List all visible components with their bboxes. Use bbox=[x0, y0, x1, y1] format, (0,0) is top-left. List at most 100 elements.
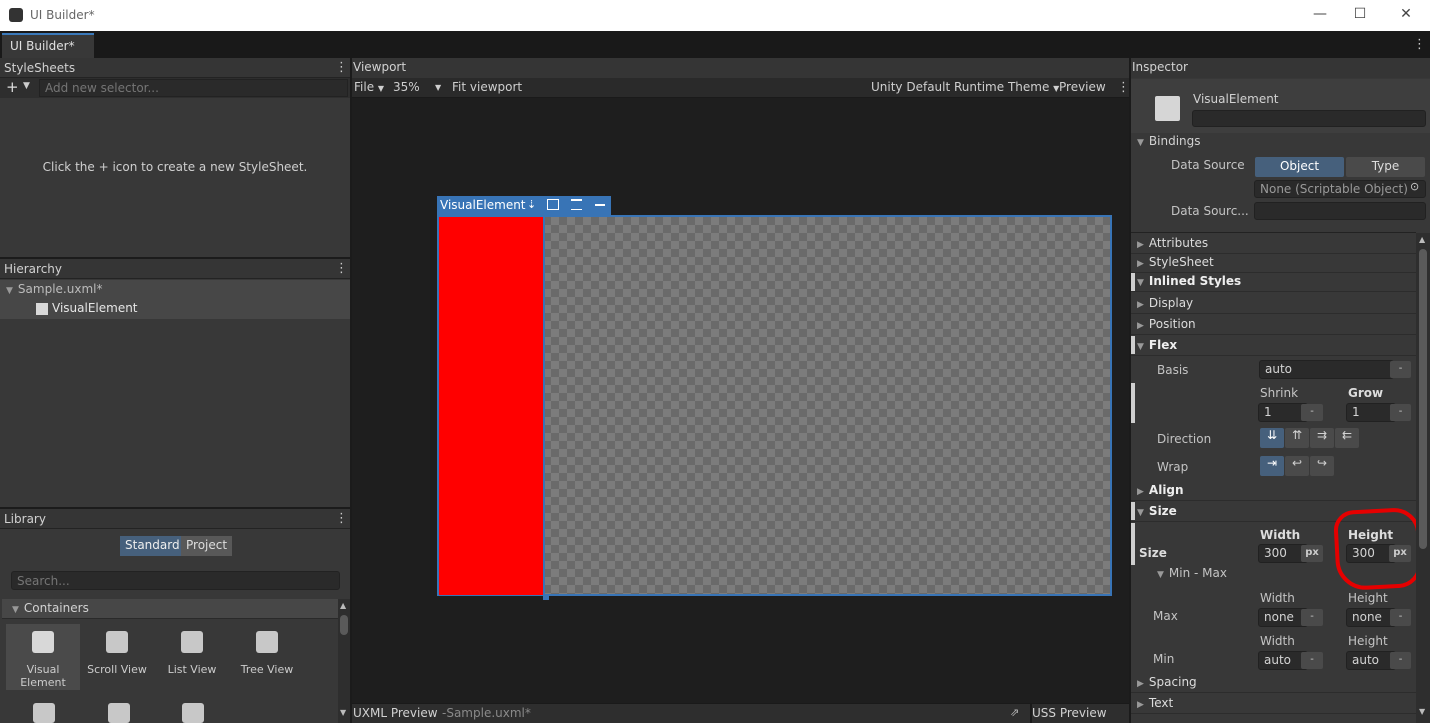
add-stylesheet-button[interactable]: + bbox=[6, 78, 19, 96]
containers-foldout[interactable]: ▼ Containers bbox=[2, 599, 338, 619]
foldout-arrow-icon[interactable]: ▼ bbox=[6, 286, 13, 296]
text-foldout[interactable]: ▶ Text bbox=[1131, 693, 1416, 714]
max-width-unit-dropdown[interactable]: - bbox=[1301, 609, 1323, 626]
foldout-arrow-icon[interactable]: ▶ bbox=[1137, 679, 1144, 689]
wrap-reverse-icon[interactable]: ↪ bbox=[1310, 456, 1334, 476]
min-height-unit-dropdown[interactable]: - bbox=[1390, 652, 1411, 669]
library-item-visual-element[interactable]: Visual Element bbox=[7, 631, 79, 689]
hierarchy-item-label: VisualElement bbox=[52, 301, 138, 315]
direction-row-icon[interactable]: ⇉ bbox=[1310, 428, 1334, 448]
scrollbar-thumb[interactable] bbox=[1419, 249, 1427, 549]
grow-unit-dropdown[interactable]: - bbox=[1390, 404, 1411, 421]
justify-icon[interactable] bbox=[571, 199, 582, 210]
align-foldout[interactable]: ▶ Align bbox=[1131, 480, 1416, 501]
fit-viewport-button[interactable]: Fit viewport bbox=[452, 79, 522, 97]
wrap-nowrap-icon[interactable]: ⇥ bbox=[1260, 456, 1284, 476]
hierarchy-root-row[interactable]: ▼ Sample.uxml* bbox=[0, 280, 350, 299]
library-tab-standard[interactable]: Standard bbox=[120, 536, 185, 556]
wrap-wrap-icon[interactable]: ↩ bbox=[1285, 456, 1309, 476]
basis-label: Basis bbox=[1157, 363, 1189, 377]
max-height-input[interactable]: none bbox=[1346, 608, 1396, 627]
minimize-button[interactable]: — bbox=[1310, 6, 1330, 22]
scroll-down-icon[interactable]: ▼ bbox=[340, 708, 346, 717]
max-height-unit-dropdown[interactable]: - bbox=[1390, 609, 1411, 626]
width-unit-dropdown[interactable]: px bbox=[1301, 545, 1323, 562]
scroll-up-icon[interactable]: ▲ bbox=[1419, 235, 1425, 244]
data-source-object-field[interactable]: None (Scriptable Object) bbox=[1254, 180, 1426, 198]
grow-input[interactable]: 1 bbox=[1346, 403, 1396, 422]
foldout-arrow-icon[interactable]: ▶ bbox=[1137, 259, 1144, 269]
inlined-styles-foldout[interactable]: ▼ Inlined Styles bbox=[1131, 271, 1416, 292]
foldout-arrow-icon[interactable]: ▼ bbox=[1137, 342, 1144, 352]
foldout-arrow-icon[interactable]: ▼ bbox=[1157, 570, 1164, 580]
align-icon[interactable] bbox=[547, 199, 559, 210]
tab-ui-builder[interactable]: UI Builder* bbox=[2, 33, 94, 58]
foldout-arrow-icon[interactable]: ▶ bbox=[1137, 240, 1144, 250]
scrollbar-thumb[interactable] bbox=[340, 615, 348, 635]
stylesheet-foldout[interactable]: ▶ StyleSheet bbox=[1131, 252, 1416, 273]
override-indicator bbox=[1131, 523, 1135, 565]
hierarchy-menu-icon[interactable]: ⋮ bbox=[335, 261, 348, 276]
direction-row-reverse-icon[interactable]: ⇇ bbox=[1335, 428, 1359, 448]
shrink-unit-dropdown[interactable]: - bbox=[1301, 404, 1323, 421]
foldout-arrow-icon[interactable]: ▼ bbox=[1137, 508, 1144, 518]
foldout-arrow-icon[interactable]: ▼ bbox=[1137, 278, 1144, 288]
maximize-button[interactable]: ☐ bbox=[1350, 6, 1370, 22]
basis-input[interactable]: auto bbox=[1259, 360, 1394, 379]
bindings-foldout[interactable]: ▼ Bindings bbox=[1137, 134, 1201, 148]
uxml-preview-file: -Sample.uxml* bbox=[442, 706, 531, 720]
preview-button[interactable]: Preview bbox=[1059, 79, 1106, 97]
library-scrollbar[interactable]: ▲ bbox=[338, 599, 350, 723]
close-button[interactable]: ✕ bbox=[1396, 6, 1416, 22]
wrap-icon[interactable] bbox=[595, 204, 605, 206]
min-max-foldout[interactable]: ▼ Min - Max bbox=[1157, 566, 1227, 580]
add-dropdown-icon[interactable]: ▼ bbox=[23, 81, 30, 91]
library-item-scroll-view[interactable]: Scroll View bbox=[81, 631, 153, 676]
stylesheets-menu-icon[interactable]: ⋮ bbox=[335, 60, 348, 75]
foldout-arrow-icon[interactable]: ▼ bbox=[12, 605, 19, 615]
min-height-input[interactable]: auto bbox=[1346, 651, 1396, 670]
data-source-path-input[interactable] bbox=[1254, 202, 1426, 220]
hierarchy-item[interactable]: VisualElement bbox=[0, 299, 350, 319]
min-width-unit-dropdown[interactable]: - bbox=[1301, 652, 1323, 669]
library-item-tree-view[interactable]: Tree View bbox=[231, 631, 303, 676]
library-item-list-view[interactable]: List View bbox=[156, 631, 228, 676]
foldout-arrow-icon[interactable]: ▶ bbox=[1137, 700, 1144, 710]
flex-foldout[interactable]: ▼ Flex bbox=[1131, 335, 1416, 356]
file-menu[interactable]: File ▼ bbox=[354, 79, 384, 97]
foldout-arrow-icon[interactable]: ▼ bbox=[1137, 138, 1144, 148]
position-foldout[interactable]: ▶ Position bbox=[1131, 314, 1416, 335]
attributes-foldout[interactable]: ▶ Attributes bbox=[1131, 233, 1416, 254]
library-menu-icon[interactable]: ⋮ bbox=[335, 511, 348, 526]
library-search-input[interactable] bbox=[11, 571, 340, 590]
scroll-view-icon bbox=[106, 631, 128, 653]
object-picker-icon[interactable]: ⊙ bbox=[1410, 180, 1419, 193]
add-selector-input[interactable] bbox=[39, 79, 348, 97]
display-foldout[interactable]: ▶ Display bbox=[1131, 293, 1416, 314]
scroll-up-icon[interactable]: ▲ bbox=[340, 601, 346, 610]
foldout-arrow-icon[interactable]: ▶ bbox=[1137, 300, 1144, 310]
library-item-icon[interactable] bbox=[182, 703, 204, 723]
foldout-arrow-icon[interactable]: ▶ bbox=[1137, 321, 1144, 331]
canvas-element-header[interactable]: VisualElement ⇣ bbox=[437, 196, 611, 215]
library-item-icon[interactable] bbox=[108, 703, 130, 723]
window-menu-icon[interactable]: ⋮ bbox=[1413, 37, 1426, 52]
inspector-scrollbar[interactable]: ▲ ▼ bbox=[1416, 233, 1430, 723]
data-source-type-toggle[interactable]: Type bbox=[1346, 157, 1425, 177]
library-item-icon[interactable] bbox=[33, 703, 55, 723]
spacing-foldout[interactable]: ▶ Spacing bbox=[1131, 672, 1416, 693]
open-external-icon[interactable]: ⇗ bbox=[1010, 706, 1019, 719]
data-source-object-toggle[interactable]: Object bbox=[1255, 157, 1344, 177]
zoom-dropdown[interactable]: 35% ▼ bbox=[393, 79, 446, 97]
flex-direction-icon[interactable]: ⇣ bbox=[527, 198, 536, 211]
direction-column-icon[interactable]: ⇊ bbox=[1260, 428, 1284, 448]
resize-handle[interactable] bbox=[543, 594, 549, 600]
visual-element-canvas-box[interactable] bbox=[439, 217, 545, 595]
element-name-input[interactable] bbox=[1192, 110, 1426, 127]
scroll-down-icon[interactable]: ▼ bbox=[1419, 707, 1425, 716]
foldout-arrow-icon[interactable]: ▶ bbox=[1137, 487, 1144, 497]
basis-unit-dropdown[interactable]: - bbox=[1390, 361, 1411, 378]
library-tab-project[interactable]: Project bbox=[181, 536, 233, 556]
direction-column-reverse-icon[interactable]: ⇈ bbox=[1285, 428, 1309, 448]
theme-dropdown[interactable]: Unity Default Runtime Theme ▼ bbox=[871, 79, 1059, 97]
